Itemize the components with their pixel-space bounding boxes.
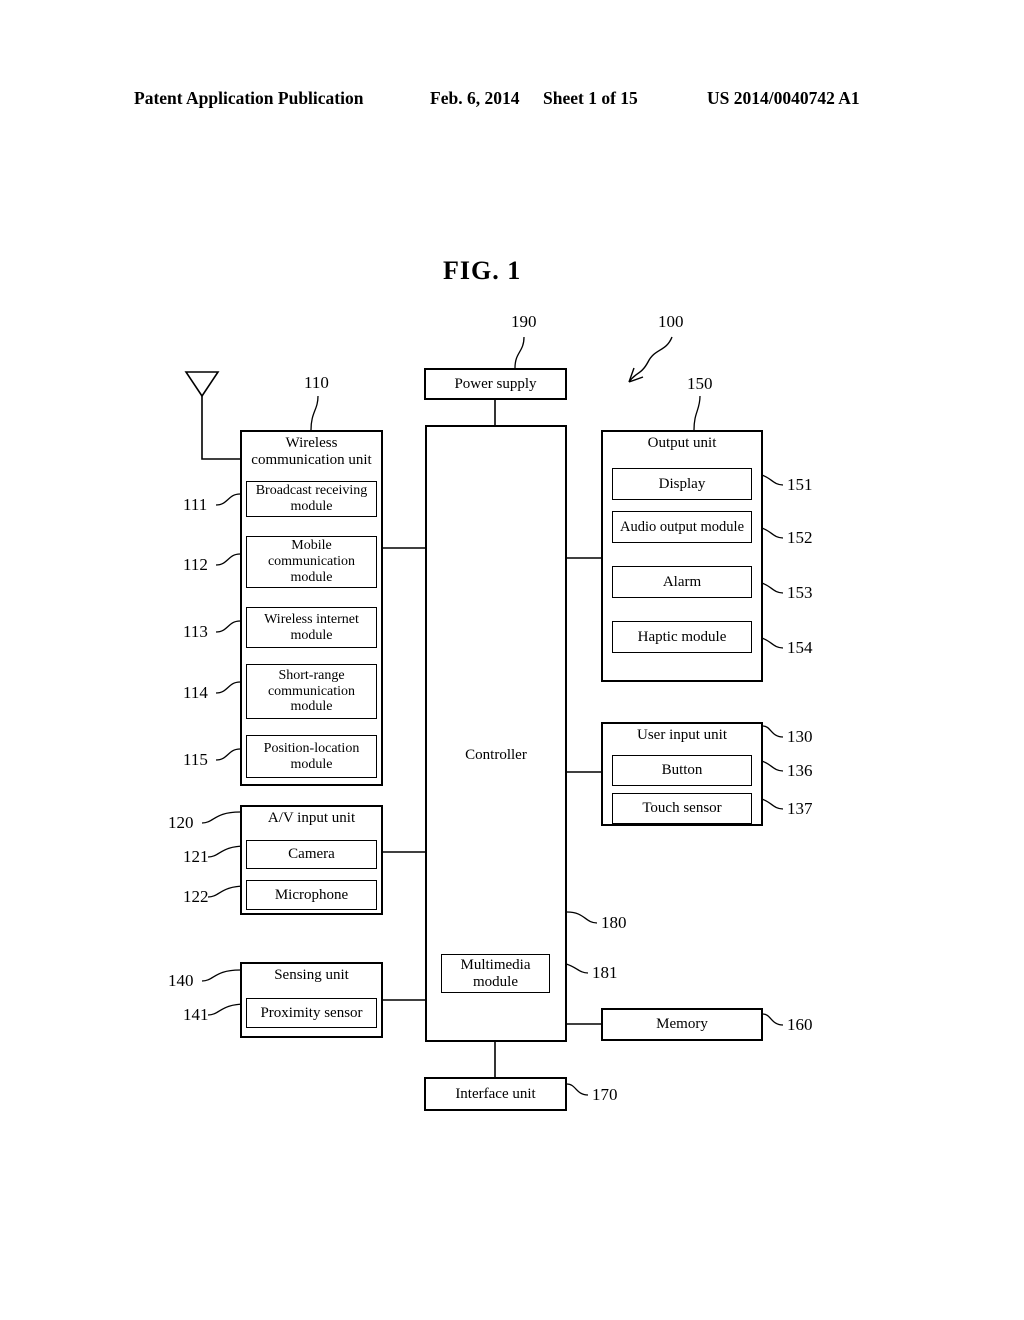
wireless-internet-module-block[interactable]: Wireless internet module [246, 607, 377, 648]
ref-180: 180 [601, 913, 627, 932]
antenna-icon [184, 371, 240, 460]
short-range-communication-module-label: Short-range communication module [266, 668, 357, 715]
multimedia-module-block[interactable]: Multimedia module [441, 954, 550, 993]
audio-output-module-label: Audio output module [619, 518, 745, 535]
power-supply-block[interactable]: Power supply [424, 368, 567, 400]
ref-113: 113 [183, 622, 208, 641]
broadcast-receiving-module-block[interactable]: Broadcast receiving module [246, 481, 377, 517]
ref-153: 153 [787, 583, 813, 602]
multimedia-module-label: Multimedia module [459, 957, 533, 991]
microphone-label: Microphone [274, 886, 349, 903]
button-block[interactable]: Button [612, 755, 752, 786]
srcm-line1: Short-range [278, 667, 345, 683]
wireless-communication-unit-title: Wireless communication unit [242, 432, 381, 468]
interface-unit-block[interactable]: Interface unit [424, 1077, 567, 1111]
power-supply-label: Power supply [454, 375, 537, 392]
ref-112: 112 [183, 555, 208, 574]
multimedia-module-label-line1: Multimedia [460, 956, 531, 973]
proximity-sensor-label: Proximity sensor [260, 1004, 363, 1021]
ref-136: 136 [787, 761, 813, 780]
brm-line1: Broadcast receiving [255, 483, 368, 499]
ref-100: 100 [658, 312, 684, 331]
sensing-unit-title: Sensing unit [274, 967, 349, 983]
haptic-module-label: Haptic module [637, 628, 727, 645]
plm-line2: module [290, 756, 333, 772]
ref-115: 115 [183, 750, 208, 769]
camera-block[interactable]: Camera [246, 840, 377, 869]
broadcast-receiving-module-label: Broadcast receiving module [254, 483, 370, 514]
mcm-line2: communication [267, 554, 356, 570]
mcm-line3: module [290, 569, 333, 585]
ref-170: 170 [592, 1085, 618, 1104]
ref-130: 130 [787, 727, 813, 746]
position-location-module-label: Position-location module [262, 741, 362, 772]
mcm-line1: Mobile [291, 538, 332, 554]
button-label: Button [661, 762, 703, 779]
mobile-communication-module-block[interactable]: Mobile communication module [246, 536, 377, 588]
ref-181: 181 [592, 963, 618, 982]
controller-label: Controller [465, 747, 527, 763]
short-range-communication-module-block[interactable]: Short-range communication module [246, 664, 377, 719]
audio-output-module-block[interactable]: Audio output module [612, 511, 752, 543]
srcm-line2: communication [267, 683, 356, 699]
touch-sensor-block[interactable]: Touch sensor [612, 793, 752, 824]
ref-140: 140 [168, 971, 194, 990]
touch-sensor-label: Touch sensor [642, 800, 722, 817]
microphone-block[interactable]: Microphone [246, 880, 377, 910]
srcm-line3: module [290, 699, 333, 715]
interface-unit-label: Interface unit [455, 1085, 536, 1102]
display-label: Display [658, 475, 706, 492]
ref-120: 120 [168, 813, 194, 832]
memory-block[interactable]: Memory [601, 1008, 763, 1041]
alarm-block[interactable]: Alarm [612, 566, 752, 598]
wim-line2: module [290, 627, 333, 643]
memory-label: Memory [656, 1016, 708, 1033]
ref-137: 137 [787, 799, 813, 818]
ref-190: 190 [511, 312, 537, 331]
av-input-unit-title: A/V input unit [267, 810, 356, 826]
ref-141: 141 [183, 1005, 209, 1024]
ref-151: 151 [787, 475, 813, 494]
output-unit-title: Output unit [647, 435, 717, 451]
ref-152: 152 [787, 528, 813, 547]
brm-line2: module [290, 499, 333, 514]
ref-122: 122 [183, 887, 209, 906]
ref-150: 150 [687, 374, 713, 393]
position-location-module-block[interactable]: Position-location module [246, 735, 377, 778]
mobile-communication-module-label: Mobile communication module [266, 538, 357, 585]
plm-line1: Position-location [263, 740, 360, 756]
wim-line1: Wireless internet [264, 611, 359, 627]
haptic-module-block[interactable]: Haptic module [612, 621, 752, 653]
ref-160: 160 [787, 1015, 813, 1034]
multimedia-module-label-line2: module [473, 973, 518, 990]
proximity-sensor-block[interactable]: Proximity sensor [246, 998, 377, 1028]
controller-block[interactable]: Controller [425, 425, 567, 1042]
ref-111: 111 [183, 495, 208, 514]
wireless-internet-module-label: Wireless internet module [262, 612, 361, 643]
wireless-unit-title-line1: Wireless [285, 435, 338, 451]
ref-114: 114 [183, 683, 208, 702]
camera-label: Camera [288, 846, 335, 863]
ref-110: 110 [304, 373, 329, 392]
ref-154: 154 [787, 638, 813, 657]
user-input-unit-title: User input unit [637, 727, 727, 743]
ref-121: 121 [183, 847, 209, 866]
alarm-label: Alarm [662, 573, 702, 590]
display-block[interactable]: Display [612, 468, 752, 500]
wireless-unit-title-line2: communication unit [251, 451, 372, 468]
